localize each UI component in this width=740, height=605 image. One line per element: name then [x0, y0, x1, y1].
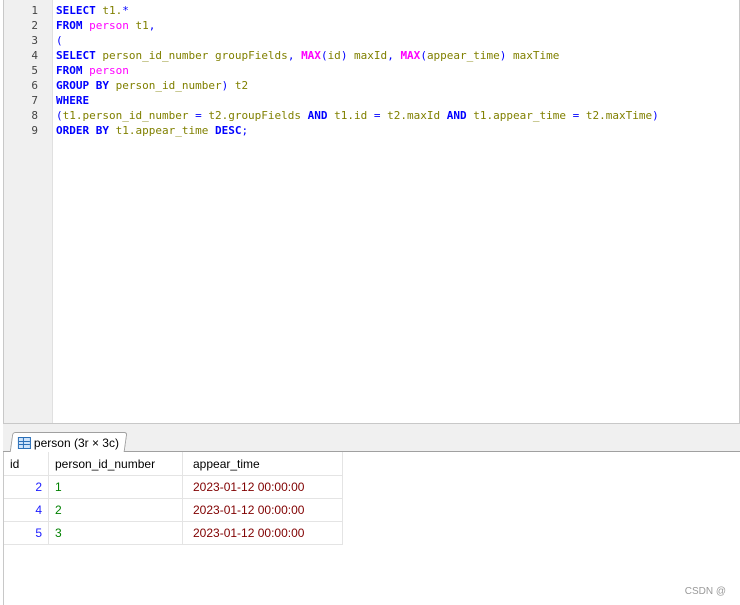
- table-row[interactable]: 4 2 2023-01-12 00:00:00: [4, 498, 343, 522]
- result-tab-bar: person (3r × 3c): [3, 429, 740, 453]
- column-header-id[interactable]: id: [4, 452, 49, 476]
- sql-token: FROM: [56, 19, 83, 32]
- sql-token: t2.maxTime: [579, 109, 653, 122]
- code-line[interactable]: SELECT person_id_number groupFields, MAX…: [56, 48, 559, 63]
- sql-token: person: [89, 64, 129, 77]
- line-number: 4: [31, 49, 38, 62]
- sql-token: id: [327, 49, 341, 62]
- code-line[interactable]: (t1.person_id_number = t2.groupFields AN…: [56, 108, 659, 123]
- code-line[interactable]: FROM person: [56, 63, 129, 78]
- sql-token: (: [56, 109, 63, 122]
- sql-token: maxTime: [506, 49, 560, 62]
- code-line[interactable]: SELECT t1.*: [56, 3, 129, 18]
- result-tab-person[interactable]: person (3r × 3c): [9, 432, 128, 453]
- sql-token: ): [652, 109, 659, 122]
- watermark: CSDN @: [684, 586, 726, 597]
- line-number-gutter: 1 2 3 4 5 6 7 8 9: [4, 0, 53, 423]
- sql-token: ORDER BY: [56, 124, 109, 137]
- sql-token: t2: [228, 79, 249, 92]
- column-header-person-id-number[interactable]: person_id_number: [48, 452, 183, 476]
- table-row[interactable]: 5 3 2023-01-12 00:00:00: [4, 521, 343, 545]
- cell-appear-time[interactable]: 2023-01-12 00:00:00: [182, 498, 343, 522]
- line-number: 5: [31, 64, 38, 77]
- result-tab-label: person (3r × 3c): [33, 436, 119, 450]
- line-number: 2: [31, 19, 38, 32]
- code-line[interactable]: (: [56, 33, 63, 48]
- sql-token: =: [373, 109, 381, 122]
- code-line[interactable]: GROUP BY person_id_number) t2: [56, 78, 248, 93]
- sql-token: t1: [128, 19, 149, 32]
- sql-token: MAX: [301, 49, 321, 62]
- sql-token: (: [420, 49, 427, 62]
- cell-person-id-number[interactable]: 1: [48, 475, 183, 499]
- line-number: 6: [31, 79, 38, 92]
- grid-header-row: id person_id_number appear_time: [4, 452, 343, 476]
- sql-token: person: [89, 19, 129, 32]
- code-line[interactable]: WHERE: [56, 93, 89, 108]
- sql-token: *: [122, 4, 129, 17]
- sql-token: ;: [241, 124, 249, 137]
- code-line[interactable]: FROM person t1,: [56, 18, 155, 33]
- sql-token: MAX: [400, 49, 421, 62]
- sql-token: WHERE: [56, 94, 90, 107]
- sql-token: SELECT: [56, 49, 96, 62]
- sql-token: t1.appear_time: [466, 109, 573, 122]
- sql-token: t1.: [95, 4, 123, 17]
- sql-token: t2.groupFields: [201, 109, 308, 122]
- sql-token: t2.maxId: [380, 109, 447, 122]
- sql-token: appear_time: [426, 49, 500, 62]
- sql-token: person_id_number: [108, 79, 222, 92]
- column-header-appear-time[interactable]: appear_time: [182, 452, 343, 476]
- sql-token: t1.id: [327, 109, 374, 122]
- cell-id[interactable]: 5: [4, 521, 49, 545]
- sql-token: person_id_number groupFields: [95, 49, 288, 62]
- cell-appear-time[interactable]: 2023-01-12 00:00:00: [182, 521, 343, 545]
- cell-id[interactable]: 4: [4, 498, 49, 522]
- cell-person-id-number[interactable]: 3: [48, 521, 183, 545]
- sql-token: SELECT: [56, 4, 96, 17]
- sql-editor[interactable]: 123456789 SELECT t1.* FROM person t1,(SEL…: [3, 0, 740, 423]
- sql-token: DESC: [214, 124, 242, 137]
- sql-token: ,: [148, 19, 156, 32]
- sql-token: AND: [307, 109, 328, 122]
- table-row[interactable]: 2 1 2023-01-12 00:00:00: [4, 475, 343, 499]
- line-number: 3: [31, 34, 38, 47]
- sql-token: t1.appear_time: [108, 124, 215, 137]
- sql-token: maxId: [347, 49, 388, 62]
- line-number: 8: [31, 109, 38, 122]
- sql-token: ,: [387, 49, 401, 62]
- result-grid-area: id person_id_number appear_time 2 1 2023…: [3, 452, 740, 605]
- cell-id[interactable]: 2: [4, 475, 49, 499]
- cell-appear-time[interactable]: 2023-01-12 00:00:00: [182, 475, 343, 499]
- sql-token: =: [195, 109, 202, 122]
- result-grid: id person_id_number appear_time 2 1 2023…: [4, 452, 343, 545]
- sql-token: FROM: [56, 64, 83, 77]
- table-grid-icon: [17, 437, 31, 449]
- cell-person-id-number[interactable]: 2: [48, 498, 183, 522]
- sql-token: (: [320, 49, 328, 62]
- sql-token: (: [56, 34, 63, 47]
- line-number: 9: [31, 124, 38, 137]
- sql-token: ,: [287, 49, 302, 62]
- code-line[interactable]: ORDER BY t1.appear_time DESC;: [56, 123, 248, 138]
- line-number: 7: [31, 94, 38, 107]
- sql-token: GROUP BY: [56, 79, 109, 92]
- sql-token: AND: [446, 109, 467, 122]
- line-number: 1: [31, 4, 38, 17]
- sql-token: t1.person_id_number: [62, 109, 196, 122]
